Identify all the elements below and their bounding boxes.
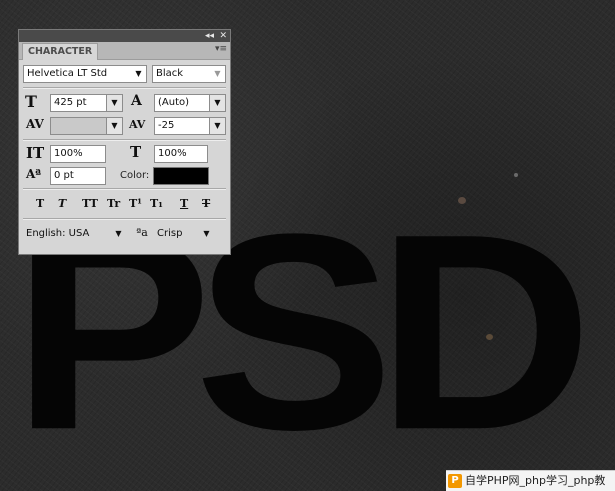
faux-italic-button[interactable]: T [58,197,66,210]
leading-value: (Auto) [158,97,190,108]
antialias-icon: ªa [136,226,148,239]
panel-tab-row: CHARACTER ▾≡ [19,42,230,60]
language-value: English: USA [26,228,90,239]
color-label: Color: [120,170,150,181]
style-button-row: T T TT Tr T¹ T₁ T T [19,197,230,213]
all-caps-button[interactable]: TT [82,197,98,210]
language-select[interactable]: English: USA ▼ [23,226,126,244]
font-size-icon: T [25,92,37,111]
divider [23,139,226,141]
horizontal-scale-icon: T [130,143,142,161]
underline-button[interactable]: T [180,197,188,210]
divider [23,87,226,89]
chevron-down-icon[interactable]: ▼ [106,95,122,111]
tracking-icon: AV [129,118,146,131]
watermark-text: 自学PHP网_php学习_php教 [465,474,606,487]
chevron-down-icon[interactable]: ▼ [209,95,225,111]
font-family-select[interactable]: Helvetica LT Std ▼ [23,65,147,83]
kerning-field[interactable]: ▼ [50,117,123,135]
antialias-select[interactable]: Crisp ▼ [154,226,214,244]
chevron-down-icon[interactable]: ▼ [199,226,214,242]
strikethrough-button[interactable]: T [202,197,210,210]
watermark-banner: P 自学PHP网_php学习_php教 [446,470,615,491]
font-style-value: Black [156,68,184,79]
subscript-button[interactable]: T₁ [150,197,163,210]
tracking-value: -25 [158,120,175,131]
font-family-value: Helvetica LT Std [27,68,108,79]
close-icon[interactable]: ✕ [219,30,227,42]
collapse-icon[interactable]: ◂◂ [205,30,214,42]
superscript-button[interactable]: T¹ [129,197,142,210]
panel-titlebar[interactable]: ◂◂ ✕ [19,30,230,42]
chevron-down-icon[interactable]: ▼ [111,226,126,242]
panel-menu-icon[interactable]: ▾≡ [215,44,227,54]
divider [23,188,226,190]
divider [23,218,226,220]
vertical-scale-value: 100% [54,148,83,159]
vertical-scale-icon: IT [26,144,45,162]
leading-field[interactable]: (Auto) ▼ [154,94,226,112]
chevron-down-icon[interactable]: ▼ [106,118,122,134]
faux-bold-button[interactable]: T [36,197,44,210]
leading-icon: A [131,93,142,109]
character-panel: ◂◂ ✕ CHARACTER ▾≡ Helvetica LT Std ▼ Bla… [18,29,231,255]
font-style-select[interactable]: Black ▼ [152,65,226,83]
antialias-value: Crisp [157,228,183,239]
font-size-value: 425 pt [54,97,87,108]
php-logo-icon: P [448,474,462,488]
horizontal-scale-field[interactable]: 100% [154,145,208,163]
baseline-shift-value: 0 pt [54,170,74,181]
horizontal-scale-value: 100% [158,148,187,159]
vertical-scale-field[interactable]: 100% [50,145,106,163]
tab-character[interactable]: CHARACTER [22,43,99,60]
chevron-down-icon[interactable]: ▼ [209,118,225,134]
color-swatch[interactable] [153,167,209,185]
chevron-down-icon[interactable]: ▼ [131,66,146,82]
baseline-shift-field[interactable]: 0 pt [50,167,106,185]
chevron-down-icon[interactable]: ▼ [210,66,225,82]
kerning-icon: AV [26,117,44,131]
baseline-shift-icon: Aª [26,167,42,181]
tracking-field[interactable]: -25 ▼ [154,117,226,135]
font-size-field[interactable]: 425 pt ▼ [50,94,123,112]
small-caps-button[interactable]: Tr [107,197,120,210]
